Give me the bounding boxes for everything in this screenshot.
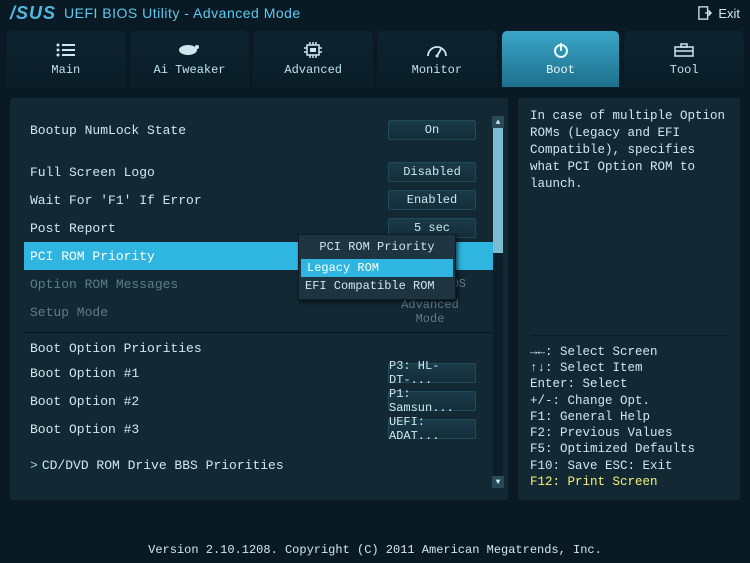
tab-ai-tweaker[interactable]: Ai Tweaker — [130, 30, 250, 88]
app-title: UEFI BIOS Utility - Advanced Mode — [64, 5, 301, 21]
setting-value[interactable]: On — [388, 120, 476, 140]
tab-label: Advanced — [284, 63, 342, 77]
setting-value[interactable]: Enabled — [388, 190, 476, 210]
boot-option-label: Boot Option #2 — [24, 394, 388, 409]
tab-boot[interactable]: Boot — [501, 30, 621, 88]
key-hint: F5: Optimized Defaults — [530, 441, 728, 457]
key-hint: ↑↓: Select Item — [530, 360, 728, 376]
settings-panel: Bootup NumLock State On Full Screen Logo… — [10, 98, 508, 500]
tab-label: Ai Tweaker — [154, 63, 226, 77]
tab-monitor[interactable]: Monitor — [377, 30, 497, 88]
boot-option-row[interactable]: Boot Option #3 UEFI: ADAT... — [24, 415, 494, 443]
key-hint: →←: Select Screen — [530, 344, 728, 360]
setting-value-dimmed: Advanced Mode — [386, 298, 474, 326]
popup-option[interactable]: EFI Compatible ROM — [299, 277, 455, 295]
brand-logo: /SUS — [10, 3, 56, 24]
power-icon — [549, 41, 573, 59]
boot-option-value[interactable]: P1: Samsun... — [388, 391, 476, 411]
popup-title: PCI ROM Priority — [299, 235, 455, 259]
tab-main[interactable]: Main — [6, 30, 126, 88]
chevron-right-icon: > — [30, 458, 38, 473]
key-hint: +/-: Change Opt. — [530, 393, 728, 409]
boot-option-value[interactable]: P3: HL-DT-... — [388, 363, 476, 383]
key-legend: →←: Select Screen ↑↓: Select Item Enter:… — [530, 344, 728, 490]
tweaker-icon — [178, 41, 202, 59]
setting-value[interactable]: Disabled — [388, 162, 476, 182]
key-hint: F1: General Help — [530, 409, 728, 425]
setting-label: Full Screen Logo — [24, 165, 388, 180]
gauge-icon — [425, 41, 449, 59]
boot-option-value[interactable]: UEFI: ADAT... — [388, 419, 476, 439]
footer-version: Version 2.10.1208. Copyright (C) 2011 Am… — [0, 535, 750, 563]
tab-label: Monitor — [412, 63, 462, 77]
tab-tool[interactable]: Tool — [624, 30, 744, 88]
boot-option-label: Boot Option #3 — [24, 422, 388, 437]
scroll-down-button[interactable]: ▼ — [492, 476, 504, 488]
tab-bar: Main Ai Tweaker Advanced Monitor Boot To… — [0, 26, 750, 88]
boot-option-row[interactable]: Boot Option #2 P1: Samsun... — [24, 387, 494, 415]
setting-row-dimmed: Setup Mode Advanced Mode — [24, 298, 494, 326]
setting-row[interactable]: Wait For 'F1' If Error Enabled — [24, 186, 494, 214]
scrollbar[interactable]: ▲ ▼ — [492, 116, 504, 488]
top-bar: /SUS UEFI BIOS Utility - Advanced Mode E… — [0, 0, 750, 26]
toolbox-icon — [672, 41, 696, 59]
pci-rom-priority-popup: PCI ROM Priority Legacy ROM EFI Compatib… — [298, 234, 456, 300]
body: Bootup NumLock State On Full Screen Logo… — [0, 88, 750, 535]
key-hint: F10: Save ESC: Exit — [530, 458, 728, 474]
help-text: In case of multiple Option ROMs (Legacy … — [530, 108, 728, 192]
popup-option[interactable]: Legacy ROM — [301, 259, 453, 277]
setting-row[interactable]: Bootup NumLock State On — [24, 116, 494, 144]
setting-label: Bootup NumLock State — [24, 123, 388, 138]
boot-option-row[interactable]: Boot Option #1 P3: HL-DT-... — [24, 359, 494, 387]
bios-screen: /SUS UEFI BIOS Utility - Advanced Mode E… — [0, 0, 750, 563]
scroll-up-button[interactable]: ▲ — [492, 116, 504, 128]
divider — [24, 332, 494, 333]
exit-label: Exit — [718, 6, 740, 21]
key-hint: Enter: Select — [530, 376, 728, 392]
tab-label: Boot — [546, 63, 575, 77]
boot-priorities-heading: Boot Option Priorities — [24, 337, 494, 359]
tab-label: Main — [51, 63, 80, 77]
setting-label: Wait For 'F1' If Error — [24, 193, 388, 208]
scroll-thumb[interactable] — [493, 128, 503, 253]
exit-button[interactable]: Exit — [698, 6, 740, 21]
boot-option-label: Boot Option #1 — [24, 366, 388, 381]
bbs-priorities-label: CD/DVD ROM Drive BBS Priorities — [42, 458, 284, 473]
setting-row[interactable]: Full Screen Logo Disabled — [24, 158, 494, 186]
help-panel: In case of multiple Option ROMs (Legacy … — [518, 98, 740, 500]
chip-icon — [301, 41, 325, 59]
bbs-priorities-link[interactable]: > CD/DVD ROM Drive BBS Priorities — [24, 453, 494, 477]
exit-icon — [698, 6, 712, 20]
key-hint-highlight: F12: Print Screen — [530, 474, 728, 490]
tab-advanced[interactable]: Advanced — [253, 30, 373, 88]
list-icon — [54, 41, 78, 59]
setting-label: Setup Mode — [24, 305, 386, 320]
tab-label: Tool — [670, 63, 699, 77]
divider — [530, 335, 728, 336]
key-hint: F2: Previous Values — [530, 425, 728, 441]
scroll-track[interactable] — [493, 128, 503, 476]
